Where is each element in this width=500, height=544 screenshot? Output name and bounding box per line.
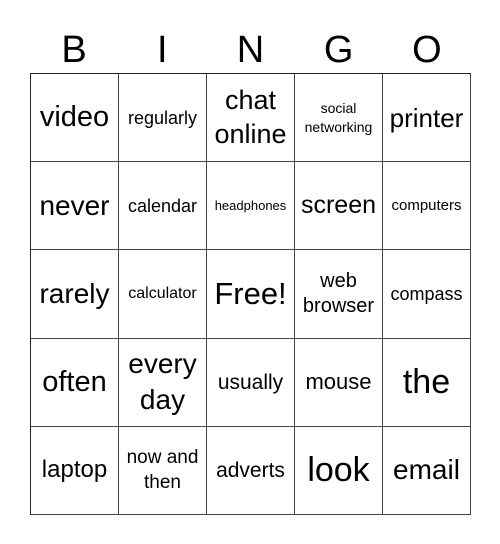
cell-text: calendar bbox=[127, 195, 198, 216]
bingo-cell[interactable]: web browser bbox=[295, 250, 383, 339]
bingo-grid: video regularly chat online social networki… bbox=[30, 73, 471, 515]
bingo-cell[interactable]: rarely bbox=[31, 250, 119, 339]
cell-text: computers bbox=[391, 197, 462, 215]
bingo-cell[interactable]: calendar bbox=[119, 162, 207, 251]
cell-text: social networking bbox=[304, 99, 373, 135]
bingo-cell[interactable]: Free! bbox=[207, 250, 295, 339]
header-letter-n: N bbox=[236, 29, 265, 71]
bingo-cell[interactable]: often bbox=[31, 338, 119, 427]
bingo-cell[interactable]: video bbox=[31, 74, 119, 163]
bingo-cell[interactable]: compass bbox=[383, 250, 471, 339]
bingo-cell[interactable]: headphones bbox=[207, 162, 295, 251]
bingo-cell[interactable]: never bbox=[31, 162, 119, 251]
cell-text: printer bbox=[389, 102, 464, 133]
bingo-cell[interactable]: look bbox=[295, 426, 383, 515]
header-letter-b: B bbox=[61, 29, 87, 71]
bingo-cell[interactable]: chat online bbox=[207, 74, 295, 163]
cell-text: laptop bbox=[41, 456, 108, 484]
cell-text: compass bbox=[390, 283, 463, 304]
bingo-cell[interactable]: computers bbox=[383, 162, 471, 251]
bingo-cell[interactable]: email bbox=[383, 426, 471, 515]
header-letter-i: I bbox=[157, 29, 168, 71]
cell-text: every day bbox=[128, 347, 197, 416]
bingo-cell[interactable]: printer bbox=[383, 74, 471, 163]
cell-text: the bbox=[402, 363, 451, 402]
cell-text: Free! bbox=[214, 276, 287, 312]
cell-text: calculator bbox=[128, 284, 197, 302]
bingo-cell[interactable]: mouse bbox=[295, 338, 383, 427]
bingo-cell[interactable]: every day bbox=[119, 338, 207, 427]
bingo-cell[interactable]: calculator bbox=[119, 250, 207, 339]
header-letter-g: G bbox=[323, 29, 354, 71]
bingo-cell[interactable]: laptop bbox=[31, 426, 119, 515]
cell-text: screen bbox=[300, 191, 377, 220]
cell-text: video bbox=[39, 101, 110, 134]
cell-text: usually bbox=[217, 370, 284, 394]
bingo-cell[interactable]: social networking bbox=[295, 74, 383, 163]
cell-text: regularly bbox=[127, 107, 198, 128]
bingo-cell[interactable]: adverts bbox=[207, 426, 295, 515]
bingo-cell[interactable]: screen bbox=[295, 162, 383, 251]
cell-text: now and then bbox=[126, 446, 199, 494]
cell-text: web browser bbox=[302, 269, 375, 317]
bingo-cell[interactable]: usually bbox=[207, 338, 295, 427]
bingo-cell[interactable]: now and then bbox=[119, 426, 207, 515]
bingo-header: B I N G O bbox=[30, 28, 471, 72]
header-letter-o: O bbox=[412, 29, 442, 71]
cell-text: chat online bbox=[214, 84, 287, 149]
cell-text: look bbox=[307, 451, 370, 490]
cell-text: adverts bbox=[216, 458, 285, 482]
bingo-cell[interactable]: the bbox=[383, 338, 471, 427]
cell-text: never bbox=[39, 189, 110, 221]
cell-text: email bbox=[393, 454, 460, 486]
cell-text: rarely bbox=[39, 277, 110, 309]
cell-text: mouse bbox=[305, 369, 372, 395]
bingo-cell[interactable]: regularly bbox=[119, 74, 207, 163]
cell-text: headphones bbox=[214, 198, 287, 214]
cell-text: often bbox=[42, 365, 107, 398]
